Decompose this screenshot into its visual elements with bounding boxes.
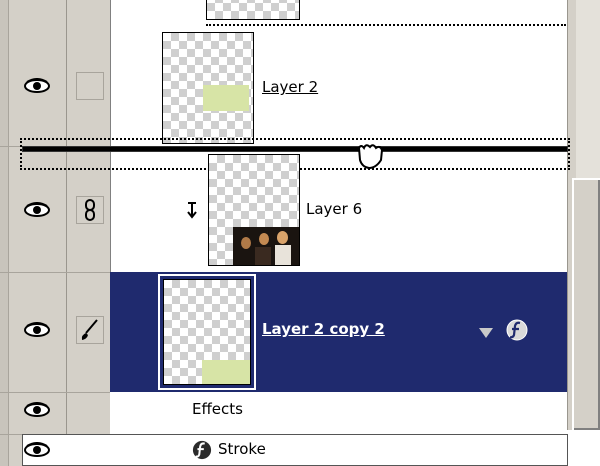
layer-visibility-toggle[interactable] [24,322,50,342]
layer-visibility-toggle[interactable] [24,78,50,98]
layer-thumbnail [163,279,251,385]
layer-brush-toggle[interactable] [76,316,104,344]
layer-visibility-toggle[interactable] [24,402,50,422]
layer-thumbnail-frame[interactable] [158,274,256,390]
layer-name[interactable]: Layer 6 [306,200,362,218]
panel-left-edge [0,0,9,466]
effects-label: Effects [192,400,243,418]
effects-row[interactable] [110,392,567,434]
triangle-down-icon[interactable] [478,324,494,343]
eye-icon [24,322,50,337]
thumbnail-shape [203,85,249,111]
photo-thumbnail [233,227,299,265]
thumbnail-shape [202,360,250,384]
fx-icon [192,440,212,464]
chain-link-icon [85,199,95,221]
eye-icon [24,402,50,417]
visibility-column [0,0,67,466]
effect-item-row[interactable] [22,434,568,466]
layer-link-slot[interactable] [76,72,104,100]
layer-link-toggle[interactable] [76,196,104,224]
hand-grab-icon [354,142,388,174]
scrollbar-track[interactable] [576,0,600,178]
layer-name[interactable]: Layer 2 copy 2 [262,320,385,338]
eye-icon [24,442,50,457]
layer-separator [206,24,566,26]
layer-thumbnail[interactable] [208,154,300,266]
link-column [67,0,111,466]
layer-visibility-toggle[interactable] [24,442,50,462]
layer-thumbnail[interactable] [162,32,254,144]
layer-visibility-toggle[interactable] [24,202,50,222]
eye-icon [24,78,50,93]
effect-name: Stroke [218,440,266,458]
eye-icon [24,202,50,217]
drop-position-bar [22,146,568,152]
row-divider [0,392,110,393]
brush-icon [81,319,98,340]
row-divider [0,272,110,273]
layer-name[interactable]: Layer 2 [262,78,318,96]
clip-arrow-icon [184,200,200,224]
layer-thumbnail-top[interactable] [206,0,300,20]
scrollbar-thumb[interactable] [572,178,600,430]
fx-icon [506,319,528,345]
